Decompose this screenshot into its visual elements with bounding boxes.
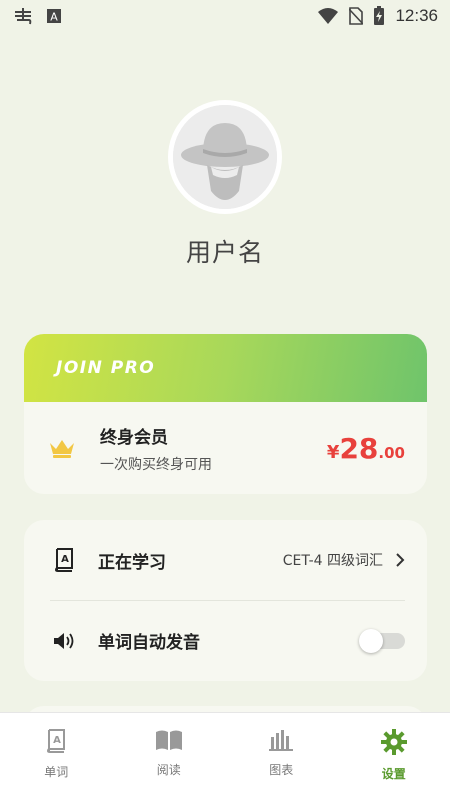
- autoplay-label: 单词自动发音: [98, 633, 200, 653]
- plan-description: 一次购买终身可用: [100, 456, 212, 473]
- nav-reading-label: 阅读: [156, 763, 181, 777]
- nav-charts[interactable]: 图表: [225, 713, 338, 800]
- crown-icon: [48, 437, 80, 459]
- studying-label: 正在学习: [98, 552, 166, 573]
- bottom-nav: A 单词 阅读 图表 设置: [0, 712, 450, 800]
- toggle-knob: [359, 628, 383, 653]
- nav-words[interactable]: A 单词: [0, 713, 113, 800]
- nav-settings[interactable]: 设置: [338, 713, 450, 800]
- status-bar: A 12:36: [0, 0, 450, 32]
- svg-text:A: A: [53, 735, 61, 746]
- nav-charts-label: 图表: [269, 763, 294, 777]
- bar-chart-icon: [268, 729, 294, 755]
- a-box-icon: A: [46, 8, 62, 24]
- gear-icon: [380, 729, 407, 759]
- no-sim-icon: [349, 7, 364, 25]
- plan-name: 终身会员: [100, 427, 168, 448]
- chevron-right-icon: [395, 552, 405, 568]
- price-symbol: ¥: [326, 441, 340, 463]
- svg-text:A: A: [50, 11, 58, 24]
- nav-words-label: 单词: [44, 765, 69, 779]
- speaker-icon: [50, 631, 78, 651]
- autoplay-toggle[interactable]: [359, 628, 405, 653]
- price-decimal: .00: [378, 443, 405, 462]
- wordbook-icon: A: [50, 548, 78, 572]
- avatar[interactable]: [168, 100, 282, 214]
- book-a-icon: A: [46, 729, 66, 757]
- username[interactable]: 用户名: [0, 233, 450, 269]
- open-book-icon: [155, 729, 183, 755]
- svg-text:A: A: [61, 554, 69, 565]
- pro-banner[interactable]: JOIN PRO: [24, 334, 427, 402]
- lifetime-plan[interactable]: 终身会员 一次购买终身可用 ¥ 28 .00: [24, 402, 427, 494]
- status-time: 12:36: [395, 6, 438, 25]
- autoplay-row: 单词自动发音: [50, 600, 405, 680]
- studying-row[interactable]: A 正在学习 CET-4 四级词汇: [50, 520, 405, 600]
- settings-card: A 正在学习 CET-4 四级词汇 单词自动发音: [24, 520, 427, 681]
- nav-settings-label: 设置: [381, 767, 406, 781]
- price-integer: 28: [339, 431, 379, 465]
- wifi-icon: [317, 8, 339, 24]
- studying-value: CET-4 四级词汇: [282, 553, 383, 569]
- nav-reading[interactable]: 阅读: [113, 713, 226, 800]
- incognito-avatar-icon: [173, 105, 277, 209]
- pro-membership-card[interactable]: JOIN PRO 终身会员 一次购买终身可用 ¥ 28 .00: [24, 334, 427, 494]
- app-notification-icon: [12, 6, 34, 26]
- plan-price[interactable]: ¥ 28 .00: [327, 432, 405, 465]
- pro-title: JOIN PRO: [56, 358, 156, 378]
- battery-charging-icon: [373, 6, 385, 26]
